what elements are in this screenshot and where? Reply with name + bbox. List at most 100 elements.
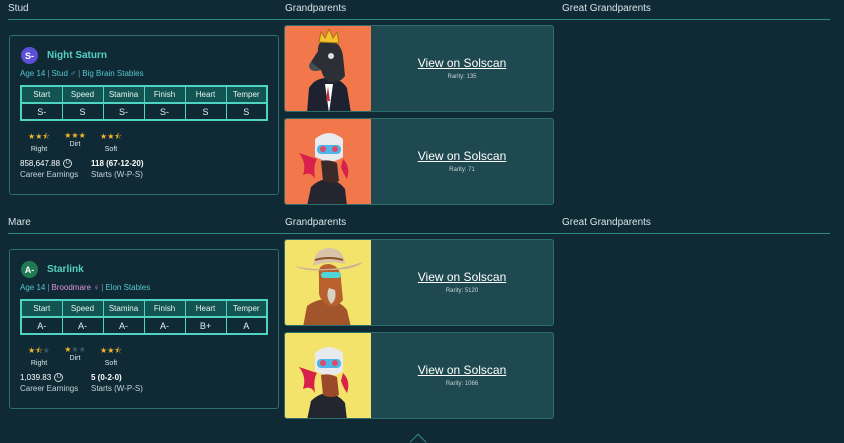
star-icon: ★ xyxy=(42,346,50,355)
grandparent-card[interactable]: View on Solscan Rarity: 5120 xyxy=(284,239,554,326)
star-icon: ★ xyxy=(78,131,86,140)
race-starts: 5 (0-2-0) Starts (W-P-S) xyxy=(91,372,143,394)
stat-header: Speed xyxy=(61,85,104,104)
stud-card[interactable]: S- Night Saturn Age 14 | Stud ♂ | Big Brain … xyxy=(9,35,279,195)
stat-value: S xyxy=(225,102,268,121)
star-icon: ⯪ xyxy=(114,132,122,141)
stat-header: Finish xyxy=(143,299,186,318)
earnings-label: Career Earnings xyxy=(20,170,79,179)
pref-label: Dirt xyxy=(69,141,81,148)
stat-header: Start xyxy=(20,299,63,318)
star-rating: ★⯪★ xyxy=(24,345,54,359)
age-label: Age 14 xyxy=(20,283,46,292)
horse-avatar-helmet xyxy=(285,333,371,418)
chevron-up-icon[interactable] xyxy=(409,433,427,443)
star-icon: ★ xyxy=(71,345,79,354)
stat-value: A- xyxy=(61,316,104,335)
role-label: Broodmare xyxy=(51,283,92,292)
star-rating: ★★★ xyxy=(60,345,90,354)
earnings-value: 1,039.83 xyxy=(20,373,52,382)
career-earnings: 858,647.88 U Career Earnings xyxy=(20,158,78,180)
grade-badge: S- xyxy=(21,47,38,64)
stat-value: S- xyxy=(102,102,145,121)
race-starts: 118 (67-12-20) Starts (W-P-S) xyxy=(91,158,143,180)
coin-icon: U xyxy=(54,373,64,383)
stable-link[interactable]: Elon Stables xyxy=(105,283,150,292)
pref-dirt: ★★★ Dirt xyxy=(60,131,90,148)
pref-label: Right xyxy=(30,146,48,153)
stats-table: Start Speed Stamina Finish Heart Temper … xyxy=(20,85,268,121)
horse-avatar-king xyxy=(285,26,371,111)
rarity-label: Rarity: 5120 xyxy=(445,288,479,294)
pref-label: Dirt xyxy=(69,355,81,362)
solscan-link[interactable]: View on Solscan xyxy=(371,56,553,70)
horse-avatar-cowboy xyxy=(285,240,371,325)
stud-section-divider xyxy=(8,19,830,20)
horse-name[interactable]: Night Saturn xyxy=(47,50,107,61)
pref-label: Soft xyxy=(104,360,118,367)
stat-value: S xyxy=(61,102,104,121)
starts-label: Starts (W-P-S) xyxy=(91,384,143,393)
stat-value: S- xyxy=(143,102,186,121)
career-earnings: 1,039.83 U Career Earnings xyxy=(20,372,78,394)
star-icon: ⯪ xyxy=(114,346,122,355)
pref-label: Soft xyxy=(104,146,118,153)
star-icon: ⯪ xyxy=(42,132,50,141)
stat-header: Temper xyxy=(225,85,268,104)
mare-section-divider xyxy=(8,233,830,234)
rarity-label: Rarity: 1066 xyxy=(445,381,479,387)
solscan-link[interactable]: View on Solscan xyxy=(371,149,553,163)
stat-value: A- xyxy=(143,316,186,335)
grandparent-card[interactable]: View on Solscan Rarity: 1066 xyxy=(284,332,554,419)
pref-soft: ★★⯪ Soft xyxy=(96,131,126,153)
stat-value: S xyxy=(184,102,227,121)
grade-badge: A- xyxy=(21,261,38,278)
mare-card[interactable]: A- Starlink Age 14 | Broodmare ♀ | Elon Stab… xyxy=(9,249,279,409)
star-rating: ★★★ xyxy=(60,131,90,140)
stable-link[interactable]: Big Brain Stables xyxy=(82,69,143,78)
solscan-link[interactable]: View on Solscan xyxy=(371,363,553,377)
starts-label: Starts (W-P-S) xyxy=(91,170,143,179)
horse-meta: Age 14 | Broodmare ♀ | Elon Stables xyxy=(20,283,151,292)
earnings-label: Career Earnings xyxy=(20,384,79,393)
star-icon: ★ xyxy=(71,131,79,140)
star-rating: ★★⯪ xyxy=(96,345,126,359)
horse-avatar-helmet xyxy=(285,119,371,204)
pref-soft: ★★⯪ Soft xyxy=(96,345,126,367)
stat-header: Stamina xyxy=(102,85,145,104)
earnings-value: 858,647.88 xyxy=(20,159,61,168)
coin-icon: U xyxy=(63,159,73,169)
stat-value: B+ xyxy=(184,316,227,335)
age-label: Age 14 xyxy=(20,69,46,78)
stat-value: A- xyxy=(102,316,145,335)
horse-name[interactable]: Starlink xyxy=(47,264,84,275)
stats-table: Start Speed Stamina Finish Heart Temper … xyxy=(20,299,268,335)
stat-header: Stamina xyxy=(102,299,145,318)
horse-meta: Age 14 | Stud ♂ | Big Brain Stables xyxy=(20,69,144,78)
stat-header: Heart xyxy=(184,85,227,104)
solscan-link[interactable]: View on Solscan xyxy=(371,270,553,284)
stat-header: Temper xyxy=(225,299,268,318)
male-icon: ♂ xyxy=(70,69,77,78)
stat-header: Finish xyxy=(143,85,186,104)
rarity-label: Rarity: 71 xyxy=(449,167,475,173)
role-label: Stud xyxy=(51,69,68,78)
star-rating: ★★⯪ xyxy=(24,131,54,145)
starts-value: 118 (67-12-20) xyxy=(91,159,144,168)
star-icon: ★ xyxy=(78,345,86,354)
star-rating: ★★⯪ xyxy=(96,131,126,145)
rarity-label: Rarity: 135 xyxy=(447,74,477,80)
star-icon: ⯪ xyxy=(35,346,43,355)
stat-value: A- xyxy=(20,316,63,335)
pref-dirt: ★★★ Dirt xyxy=(60,345,90,362)
stat-value: S- xyxy=(20,102,63,121)
pref-right: ★⯪★ Right xyxy=(24,345,54,367)
stat-header: Start xyxy=(20,85,63,104)
grandparent-card[interactable]: View on Solscan Rarity: 135 xyxy=(284,25,554,112)
female-icon: ♀ xyxy=(93,283,100,292)
stat-header: Speed xyxy=(61,299,104,318)
stat-header: Heart xyxy=(184,299,227,318)
stat-value: A xyxy=(225,316,268,335)
pref-label: Right xyxy=(30,360,48,367)
grandparent-card[interactable]: View on Solscan Rarity: 71 xyxy=(284,118,554,205)
